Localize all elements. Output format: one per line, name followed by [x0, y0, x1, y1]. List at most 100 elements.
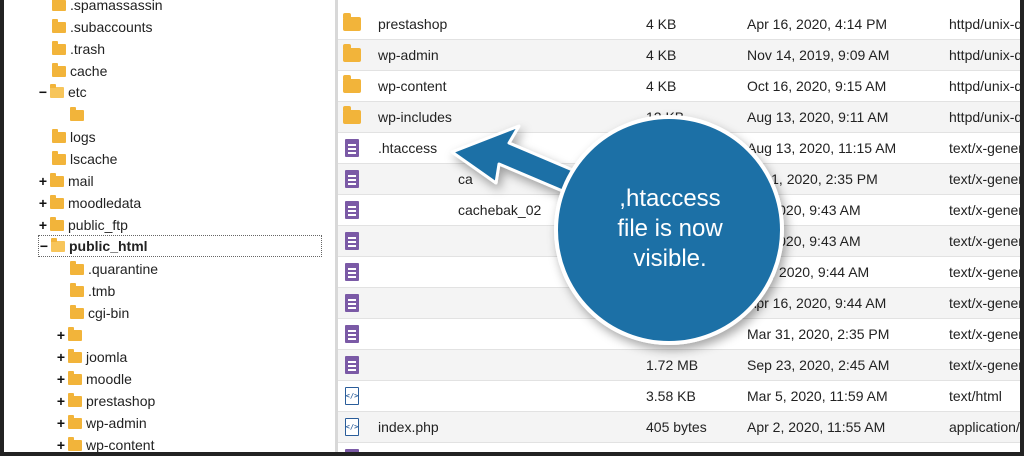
table-row[interactable]: 506 bytes Mar 31, 2020, 2:35 PM text/x-g…: [338, 319, 1024, 350]
tree-item-label: .spamassassin: [70, 0, 163, 13]
tree-item-label: .trash: [70, 41, 106, 57]
table-row[interactable]: wp-includes 12 KB Aug 13, 2020, 9:11 AM …: [338, 102, 1020, 133]
text-file-icon: [342, 137, 362, 159]
folder-icon: [52, 150, 66, 165]
table-row[interactable]: prestashop 4 KB Apr 16, 2020, 4:14 PM ht…: [338, 9, 1024, 40]
table-row[interactable]: Apr 16, 2020, 9:44 AM text/x-generi: [338, 288, 1020, 319]
folder-icon: [342, 106, 362, 128]
folder-icon: [52, 62, 66, 77]
file-date: Aug 13, 2020, 9:11 AM: [747, 109, 889, 125]
folder-icon: [68, 414, 82, 429]
table-row[interactable]: [338, 443, 1020, 452]
text-file-icon: [342, 292, 362, 314]
collapse-toggle[interactable]: −: [39, 239, 49, 253]
html-file-icon: </>: [342, 416, 362, 438]
expand-toggle[interactable]: +: [56, 416, 66, 430]
tree-item-label: lscache: [70, 151, 118, 167]
file-name: wp-content: [378, 78, 447, 94]
text-file-icon: [342, 168, 362, 190]
tree-item-logs[interactable]: logs: [52, 126, 96, 148]
tree-item-etc[interactable]: − etc: [38, 81, 87, 103]
file-date: 16, 2020, 9:43 AM: [747, 233, 861, 249]
file-type: text/x-generi: [949, 202, 1024, 218]
screenshot-frame: .spamassassin .subaccounts .trash cache …: [0, 0, 1024, 456]
tree-item-label: public_html: [69, 238, 148, 254]
tree-item-public-ftp[interactable]: + public_ftp: [38, 214, 128, 236]
tree-item-subaccounts[interactable]: .subaccounts: [52, 16, 153, 38]
expand-toggle[interactable]: +: [56, 372, 66, 386]
file-type: application/x: [949, 419, 1024, 435]
file-date: Oct 16, 2020, 9:15 AM: [747, 78, 887, 94]
expand-toggle[interactable]: +: [38, 174, 48, 188]
file-date: Aug 13, 2020, 11:15 AM: [747, 140, 897, 156]
file-date: Apr 2, 2020, 11:55 AM: [747, 419, 886, 435]
text-file-icon: [342, 447, 362, 452]
tree-item-joomla[interactable]: + joomla: [56, 346, 127, 368]
file-name: index.php: [378, 419, 439, 435]
folder-icon: [52, 40, 66, 55]
tree-item-label: public_ftp: [68, 217, 128, 233]
tree-item-label: wp-admin: [86, 415, 147, 431]
file-name: .htaccess: [378, 140, 438, 156]
table-row[interactable]: .htaccess Aug 13, 2020, 11:15 AM text/x-…: [338, 133, 1024, 164]
file-type: text/x-generi: [949, 326, 1024, 342]
file-type: httpd/unix-di: [949, 78, 1024, 94]
tree-item-public-html[interactable]: − public_html: [38, 235, 322, 257]
folder-icon: [68, 348, 82, 363]
folder-icon: [52, 0, 66, 11]
folder-icon: [68, 326, 82, 341]
table-row[interactable]: 1.72 MB Sep 23, 2020, 2:45 AM text/x-gen…: [338, 350, 1020, 381]
table-row[interactable]: </> index.php 405 bytes Apr 2, 2020, 11:…: [338, 412, 1024, 443]
folder-tree: .spamassassin .subaccounts .trash cache …: [4, 0, 334, 452]
tree-item-quarantine[interactable]: .quarantine: [70, 258, 158, 280]
collapse-toggle[interactable]: −: [38, 85, 48, 99]
tree-item-tmb[interactable]: .tmb: [70, 280, 115, 302]
expand-toggle[interactable]: +: [38, 196, 48, 210]
scrollbar[interactable]: [1020, 0, 1024, 456]
tree-item-spamassassin[interactable]: .spamassassin: [52, 0, 163, 16]
tree-item-wp-content[interactable]: + wp-content: [56, 434, 154, 452]
tree-item-label: .tmb: [88, 283, 116, 299]
table-row[interactable]: </> 3.58 KB Mar 5, 2020, 11:59 AM text/h…: [338, 381, 1020, 412]
expand-toggle[interactable]: +: [56, 438, 66, 452]
tree-item-label: prestashop: [86, 393, 156, 409]
file-date: ar 31, 2020, 2:35 PM: [747, 171, 878, 187]
table-row[interactable]: wp-admin 4 KB Nov 14, 2019, 9:09 AM http…: [338, 40, 1020, 71]
open-folder-icon: [50, 83, 64, 98]
tree-item-cache[interactable]: cache: [52, 60, 107, 82]
file-type: text/x-generi: [949, 264, 1024, 280]
html-file-icon: </>: [342, 385, 362, 407]
tree-item-label: logs: [70, 129, 96, 145]
text-file-icon: [342, 199, 362, 221]
file-type: text/x-generi: [949, 140, 1024, 156]
file-date: Apr 16, 2020, 4:14 PM: [747, 16, 888, 32]
file-name: wp-admin: [378, 47, 439, 63]
callout-line: visible.: [633, 245, 707, 272]
tree-item-cgi-bin[interactable]: cgi-bin: [70, 302, 129, 324]
folder-icon: [342, 75, 362, 97]
expand-toggle[interactable]: +: [56, 394, 66, 408]
tree-item-lscache[interactable]: lscache: [52, 148, 117, 170]
tree-item-label: cache: [70, 63, 108, 79]
tree-item-redacted[interactable]: +: [56, 324, 86, 346]
tree-item-label: joomla: [86, 349, 128, 365]
table-row[interactable]: wp-content 4 KB Oct 16, 2020, 9:15 AM ht…: [338, 71, 1024, 102]
folder-icon: [70, 106, 84, 121]
file-type: httpd/unix-di: [949, 16, 1024, 32]
tree-item-moodledata[interactable]: + moodledata: [38, 192, 141, 214]
file-name: cachebak_02: [458, 202, 542, 218]
expand-toggle[interactable]: +: [38, 218, 48, 232]
tree-item-mail[interactable]: + mail: [38, 170, 94, 192]
file-type: text/x-generi: [949, 233, 1024, 249]
tree-item-redacted[interactable]: [70, 104, 88, 126]
file-date: Nov 14, 2019, 9:09 AM: [747, 47, 890, 63]
tree-item-label: .subaccounts: [70, 19, 153, 35]
text-file-icon: [342, 261, 362, 283]
tree-item-moodle[interactable]: + moodle: [56, 368, 132, 390]
expand-toggle[interactable]: +: [56, 328, 66, 342]
tree-item-trash[interactable]: .trash: [52, 38, 105, 60]
file-date: Mar 31, 2020, 2:35 PM: [747, 326, 890, 342]
tree-item-prestashop[interactable]: + prestashop: [56, 390, 155, 412]
expand-toggle[interactable]: +: [56, 350, 66, 364]
tree-item-wp-admin[interactable]: + wp-admin: [56, 412, 147, 434]
